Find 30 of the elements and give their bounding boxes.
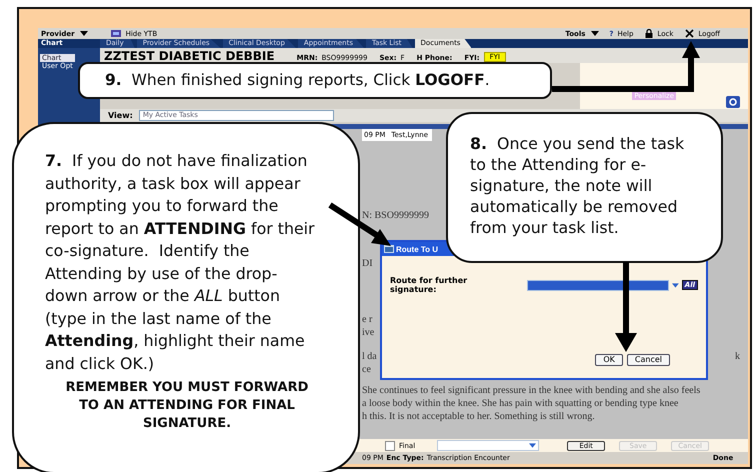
callout-text: 7. If you do not have finalization authority, a task box will appear prompting you to forward the report to an ATTENDING for their co-signature. Identify the Attending by use of the drop-down arrow or the ALL button (type in the last name of the Attending, highlight their name and click OK.) — [45, 150, 315, 374]
document-text: l da — [362, 350, 377, 363]
close-icon[interactable] — [685, 29, 694, 38]
caret-icon[interactable] — [591, 31, 600, 36]
lock-icon[interactable] — [645, 29, 654, 38]
document-text: DI — [362, 257, 373, 270]
attending-dropdown[interactable] — [526, 280, 669, 290]
document-text: k — [735, 350, 740, 363]
document-text: e r — [362, 313, 372, 326]
monitor-icon[interactable] — [110, 29, 121, 38]
dialog-button[interactable]: OK — [595, 354, 623, 366]
refresh-icon[interactable] — [726, 96, 740, 108]
document-text: ive — [362, 326, 374, 339]
callout-text: 9. When finished signing reports, Click LOGOFF. — [105, 71, 491, 89]
callout-text: 8. Once you send the task to the Attending for e-signature, the note will automatically be removed from your task list. — [470, 133, 686, 238]
callout-note: REMEMBER YOU MUST FORWARD TO AN ATTENDING FOR FINAL SIGNATURE. — [64, 379, 310, 433]
final-checkbox[interactable] — [385, 440, 395, 450]
window-icon — [384, 245, 394, 253]
route-label: Route for further signature: — [390, 276, 468, 294]
caret-icon[interactable] — [80, 31, 88, 36]
document-text: She continues to feel significant pressure in the knee with bending and she also feels — [362, 384, 700, 397]
document-text: N: BSO9999999 — [362, 209, 429, 222]
view-label: View: — [108, 111, 133, 120]
dialog-title: Route To U — [396, 244, 438, 254]
document-text: a loose body within the knee. She has pain with squatting or bending type knee — [362, 397, 678, 410]
caret-icon — [529, 443, 536, 448]
document-text: h this. It is not acceptable to her. Something is still wrong. — [362, 410, 595, 423]
document-text: ce — [362, 363, 371, 376]
patient-name: ZZTEST DIABETIC DEBBIE — [104, 50, 275, 63]
dialog-button[interactable]: Cancel — [626, 354, 670, 366]
